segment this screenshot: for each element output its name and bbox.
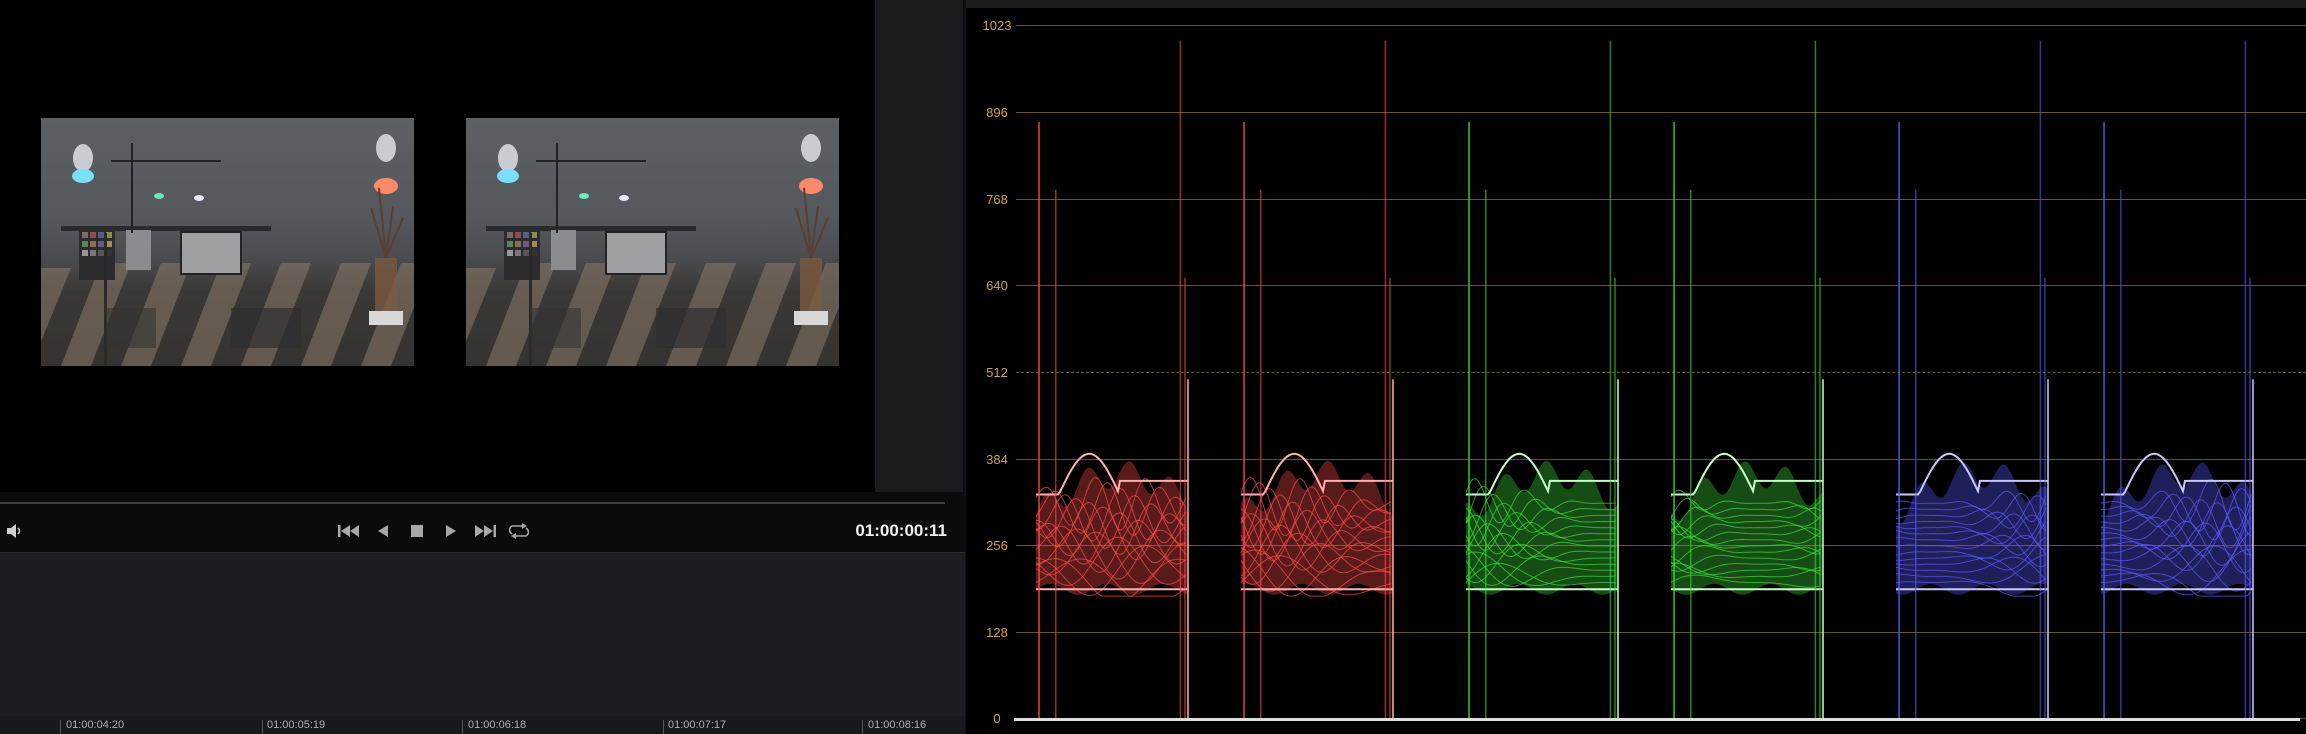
ruler-tick	[862, 720, 863, 734]
ruler-tick	[60, 720, 61, 734]
play-icon[interactable]	[436, 510, 466, 552]
timeline-area[interactable]: 01:00:04:20 01:00:05:19 01:00:06:18 01:0…	[0, 553, 965, 734]
scrub-bar[interactable]	[0, 502, 945, 504]
video-frame-right	[466, 118, 839, 366]
loop-icon[interactable]	[504, 510, 534, 552]
ruler-label: 01:00:06:18	[468, 719, 527, 731]
transport-bar: 01:00:00:11	[0, 510, 965, 552]
play-reverse-icon[interactable]	[368, 510, 398, 552]
timecode-display: 01:00:00:11	[855, 521, 947, 540]
ruler-label: 01:00:08:16	[868, 719, 927, 731]
skip-back-icon[interactable]	[334, 510, 364, 552]
ruler-label: 01:00:07:17	[668, 719, 727, 731]
scope-traces	[1035, 40, 2254, 718]
ruler-label: 01:00:05:19	[267, 719, 326, 731]
speaker-icon[interactable]	[0, 510, 30, 552]
video-frame-left	[41, 118, 414, 366]
viewer-side-strip	[875, 0, 965, 492]
ruler-tick	[262, 720, 263, 734]
ruler-tick	[462, 720, 463, 734]
timeline-ruler[interactable]: 01:00:04:20 01:00:05:19 01:00:06:18 01:0…	[0, 716, 965, 734]
ruler-label: 01:00:04:20	[66, 719, 125, 731]
skip-forward-icon[interactable]	[470, 510, 500, 552]
ruler-tick	[663, 720, 664, 734]
waveform-band	[1896, 462, 2048, 595]
viewer-panel	[0, 0, 875, 492]
scope-baseline	[1014, 718, 2300, 721]
stop-icon[interactable]	[402, 510, 432, 552]
parade-scope: 1023 896 768 640 512 384 256 128 0	[966, 0, 2306, 734]
